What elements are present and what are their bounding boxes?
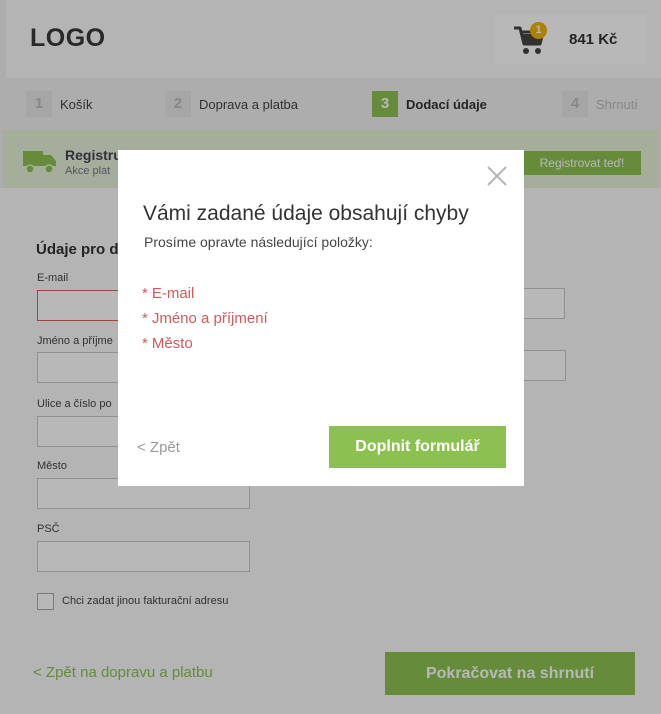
validation-error-dialog: Vámi zadané údaje obsahují chyby Prosíme… xyxy=(118,150,524,486)
error-text: E-mail xyxy=(151,285,195,302)
close-icon[interactable] xyxy=(486,165,508,187)
error-item: * Jméno a příjmení xyxy=(142,306,268,331)
error-text: Jméno a příjmení xyxy=(151,310,268,327)
error-marker: * xyxy=(142,285,148,302)
error-text: Město xyxy=(151,335,193,352)
dialog-title: Vámi zadané údaje obsahují chyby xyxy=(143,202,469,225)
error-marker: * xyxy=(142,310,148,327)
error-item: * Město xyxy=(142,331,268,356)
error-item: * E-mail xyxy=(142,281,268,306)
error-list: * E-mail * Jméno a příjmení * Město xyxy=(142,281,268,356)
error-marker: * xyxy=(142,335,148,352)
dialog-back-button[interactable]: < Zpět xyxy=(137,439,180,456)
dialog-subtitle: Prosíme opravte následující položky: xyxy=(144,234,373,250)
fill-form-button[interactable]: Doplnit formulář xyxy=(329,426,506,468)
